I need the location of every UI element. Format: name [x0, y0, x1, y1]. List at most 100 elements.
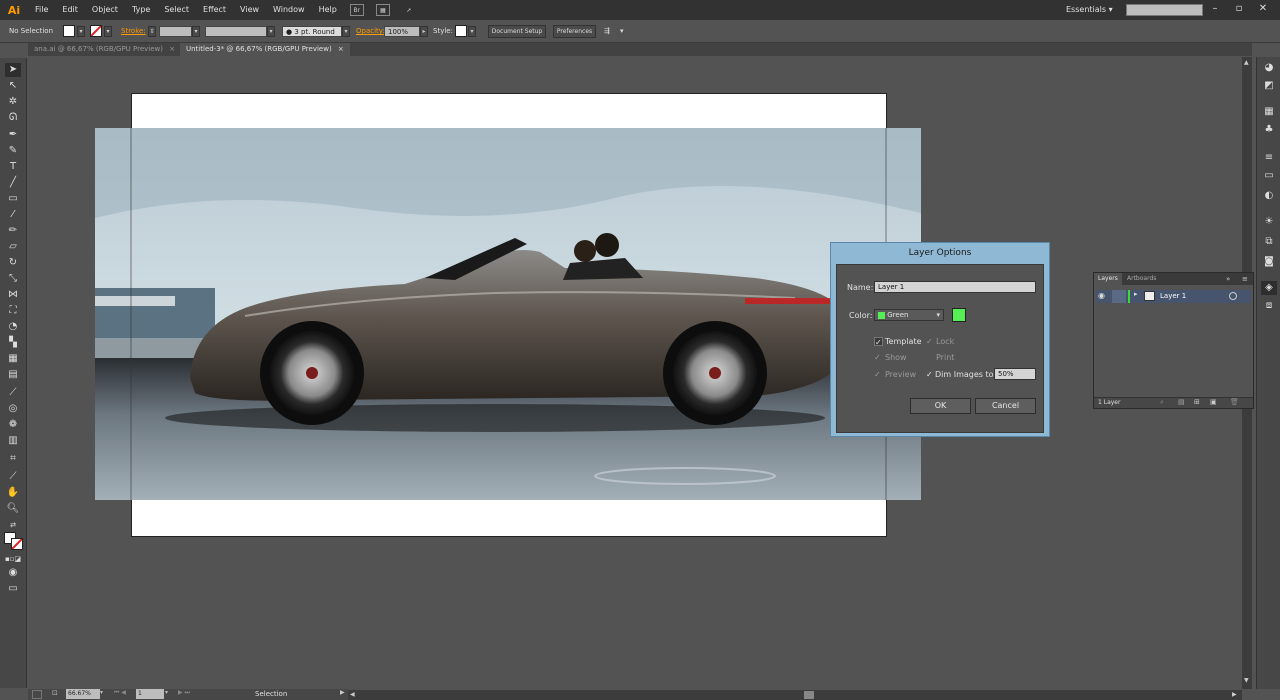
fill-dropdown[interactable]: ▾	[77, 26, 85, 37]
zoom-dropdown[interactable]: ▾	[100, 689, 108, 699]
type-tool-icon[interactable]: T	[5, 160, 21, 174]
pen-tool-icon[interactable]: ✒	[5, 128, 21, 142]
close-tab-icon[interactable]: ×	[169, 45, 175, 53]
maximize-button[interactable]: ▫	[1230, 2, 1248, 16]
stroke-label[interactable]: Stroke:	[121, 25, 146, 38]
gradient-panel-icon[interactable]: ▭	[1261, 169, 1277, 183]
eyedropper-tool-icon[interactable]: ⟋	[5, 386, 21, 400]
artboards-panel-icon[interactable]: ⧈	[1261, 299, 1277, 313]
stroke-color-icon[interactable]	[11, 538, 23, 550]
fill-swatch[interactable]	[63, 25, 75, 37]
zoom-tool-icon[interactable]: 🔍︎	[5, 502, 21, 516]
brushes-panel-icon[interactable]: ♣	[1261, 123, 1277, 137]
graphic-styles-icon[interactable]: ⧉	[1261, 235, 1277, 249]
line-tool-icon[interactable]: ╱	[5, 176, 21, 190]
clipping-mask-icon[interactable]: ▤	[1178, 398, 1185, 406]
width-tool-icon[interactable]: ⋈	[5, 288, 21, 302]
eraser-tool-icon[interactable]: ▱	[5, 240, 21, 254]
transparency-panel-icon[interactable]: ◐	[1261, 189, 1277, 203]
scroll-down-icon[interactable]: ▼	[1244, 677, 1249, 684]
slice-tool-icon[interactable]: ⟋	[5, 470, 21, 484]
swap-fill-stroke-icon[interactable]: ⇄	[5, 518, 21, 532]
bridge-button[interactable]: Br	[349, 4, 364, 16]
search-input[interactable]	[1126, 4, 1203, 16]
stroke-dropdown[interactable]: ▾	[104, 26, 112, 37]
menu-edit[interactable]: Edit	[55, 0, 85, 20]
menu-file[interactable]: File	[28, 0, 55, 20]
stroke-swatch[interactable]	[90, 25, 102, 37]
lock-toggle[interactable]	[1112, 290, 1126, 303]
scroll-thumb[interactable]	[804, 691, 814, 699]
locate-object-icon[interactable]: ⌕	[1160, 398, 1164, 407]
scroll-up-icon[interactable]: ▲	[1244, 59, 1249, 66]
artboard-dropdown[interactable]: ▾	[165, 689, 168, 696]
rectangle-tool-icon[interactable]: ▭	[5, 192, 21, 206]
paintbrush-tool-icon[interactable]: ⁄	[5, 208, 21, 222]
artboard-number-field[interactable]: 1	[136, 689, 164, 699]
menu-window[interactable]: Window	[266, 0, 312, 20]
show-checkbox[interactable]: ✓	[874, 353, 883, 362]
menu-select[interactable]: Select	[157, 0, 196, 20]
brush-dropdown[interactable]: ▾	[342, 26, 350, 37]
tab-layers[interactable]: Layers	[1094, 273, 1122, 285]
opacity-label[interactable]: Opacity:	[356, 25, 385, 38]
color-guide-icon[interactable]: ◩	[1261, 79, 1277, 93]
variable-width-profile[interactable]	[205, 26, 267, 37]
graphic-style-swatch[interactable]	[455, 25, 467, 37]
appearance-panel-icon[interactable]: ☀	[1261, 215, 1277, 229]
new-sublayer-icon[interactable]: ⊞	[1194, 398, 1200, 406]
pencil-tool-icon[interactable]: ✏	[5, 224, 21, 238]
column-graph-tool-icon[interactable]: ▥	[5, 434, 21, 448]
screen-mode-icon[interactable]: ▭	[5, 582, 21, 596]
shape-builder-tool-icon[interactable]: ◔	[5, 320, 21, 334]
artboard-tool-icon[interactable]: ⌗	[5, 452, 21, 466]
drawing-mode-icon[interactable]: ◉	[5, 566, 21, 580]
menu-type[interactable]: Type	[125, 0, 157, 20]
workspace-switcher[interactable]: Essentials ▾	[1066, 0, 1113, 20]
zoom-field[interactable]: 66.67%	[66, 689, 100, 699]
preview-checkbox[interactable]: ✓	[874, 370, 883, 379]
opacity-field[interactable]: 100%	[384, 26, 420, 37]
minimize-button[interactable]: –	[1206, 2, 1224, 16]
lasso-tool-icon[interactable]: ᘏ	[5, 111, 21, 125]
scroll-left-icon[interactable]: ◀	[350, 691, 355, 698]
free-transform-tool-icon[interactable]: ⛶	[5, 304, 21, 318]
blend-tool-icon[interactable]: ◎	[5, 402, 21, 416]
stroke-weight-dropdown[interactable]: ▾	[192, 26, 200, 37]
stroke-panel-icon[interactable]: ≡	[1261, 151, 1277, 165]
print-checkbox[interactable]	[926, 353, 935, 362]
gradient-tool-icon[interactable]: ▤	[5, 368, 21, 382]
tab-untitled-3[interactable]: Untitled-3* @ 66,67% (RGB/GPU Preview) ×	[180, 43, 350, 56]
swatches-panel-icon[interactable]: ▦	[1261, 105, 1277, 119]
layer-row[interactable]: ◉ ▸ Layer 1	[1096, 290, 1251, 303]
visibility-eye-icon[interactable]: ◉	[1098, 291, 1110, 302]
stroke-weight-field[interactable]	[159, 26, 192, 37]
preferences-button[interactable]: Preferences	[553, 25, 596, 38]
target-circle-icon[interactable]	[1229, 292, 1237, 300]
mesh-tool-icon[interactable]: ▦	[5, 352, 21, 366]
layer-name[interactable]: Layer 1	[1160, 290, 1186, 303]
close-tab-icon[interactable]: ×	[338, 45, 344, 53]
arrange-icon[interactable]: ⇶	[604, 25, 610, 38]
curvature-tool-icon[interactable]: ✎	[5, 144, 21, 158]
color-mode-icons[interactable]: ▪▫◪	[5, 552, 21, 566]
arrange-documents-icon[interactable]: ▦	[375, 4, 390, 16]
stroke-weight-stepper[interactable]: ⇕	[148, 26, 156, 37]
new-layer-icon[interactable]: ▣	[1210, 398, 1217, 406]
gpu-performance-icon[interactable]: ➚	[402, 4, 416, 16]
panel-menu-icon[interactable]: ≡	[1242, 273, 1248, 285]
expand-layer-icon[interactable]: ▸	[1134, 290, 1138, 298]
symbol-sprayer-tool-icon[interactable]: ❁	[5, 418, 21, 432]
menu-view[interactable]: View	[233, 0, 266, 20]
brush-definition[interactable]: ● 3 pt. Round	[282, 26, 342, 37]
perspective-grid-tool-icon[interactable]: ▚	[5, 336, 21, 350]
color-select[interactable]: Green ▾	[874, 309, 944, 321]
template-checkbox[interactable]: ✓	[874, 337, 883, 347]
rotate-tool-icon[interactable]: ↻	[5, 256, 21, 270]
selection-tool-icon[interactable]: ➤	[5, 63, 21, 77]
dim-images-field[interactable]: 50%	[994, 368, 1036, 380]
scale-tool-icon[interactable]: ⤡	[5, 272, 21, 286]
first-artboard-icon[interactable]: ⏮ ◀	[114, 689, 126, 697]
ok-button[interactable]: OK	[910, 398, 971, 414]
cancel-button[interactable]: Cancel	[975, 398, 1036, 414]
